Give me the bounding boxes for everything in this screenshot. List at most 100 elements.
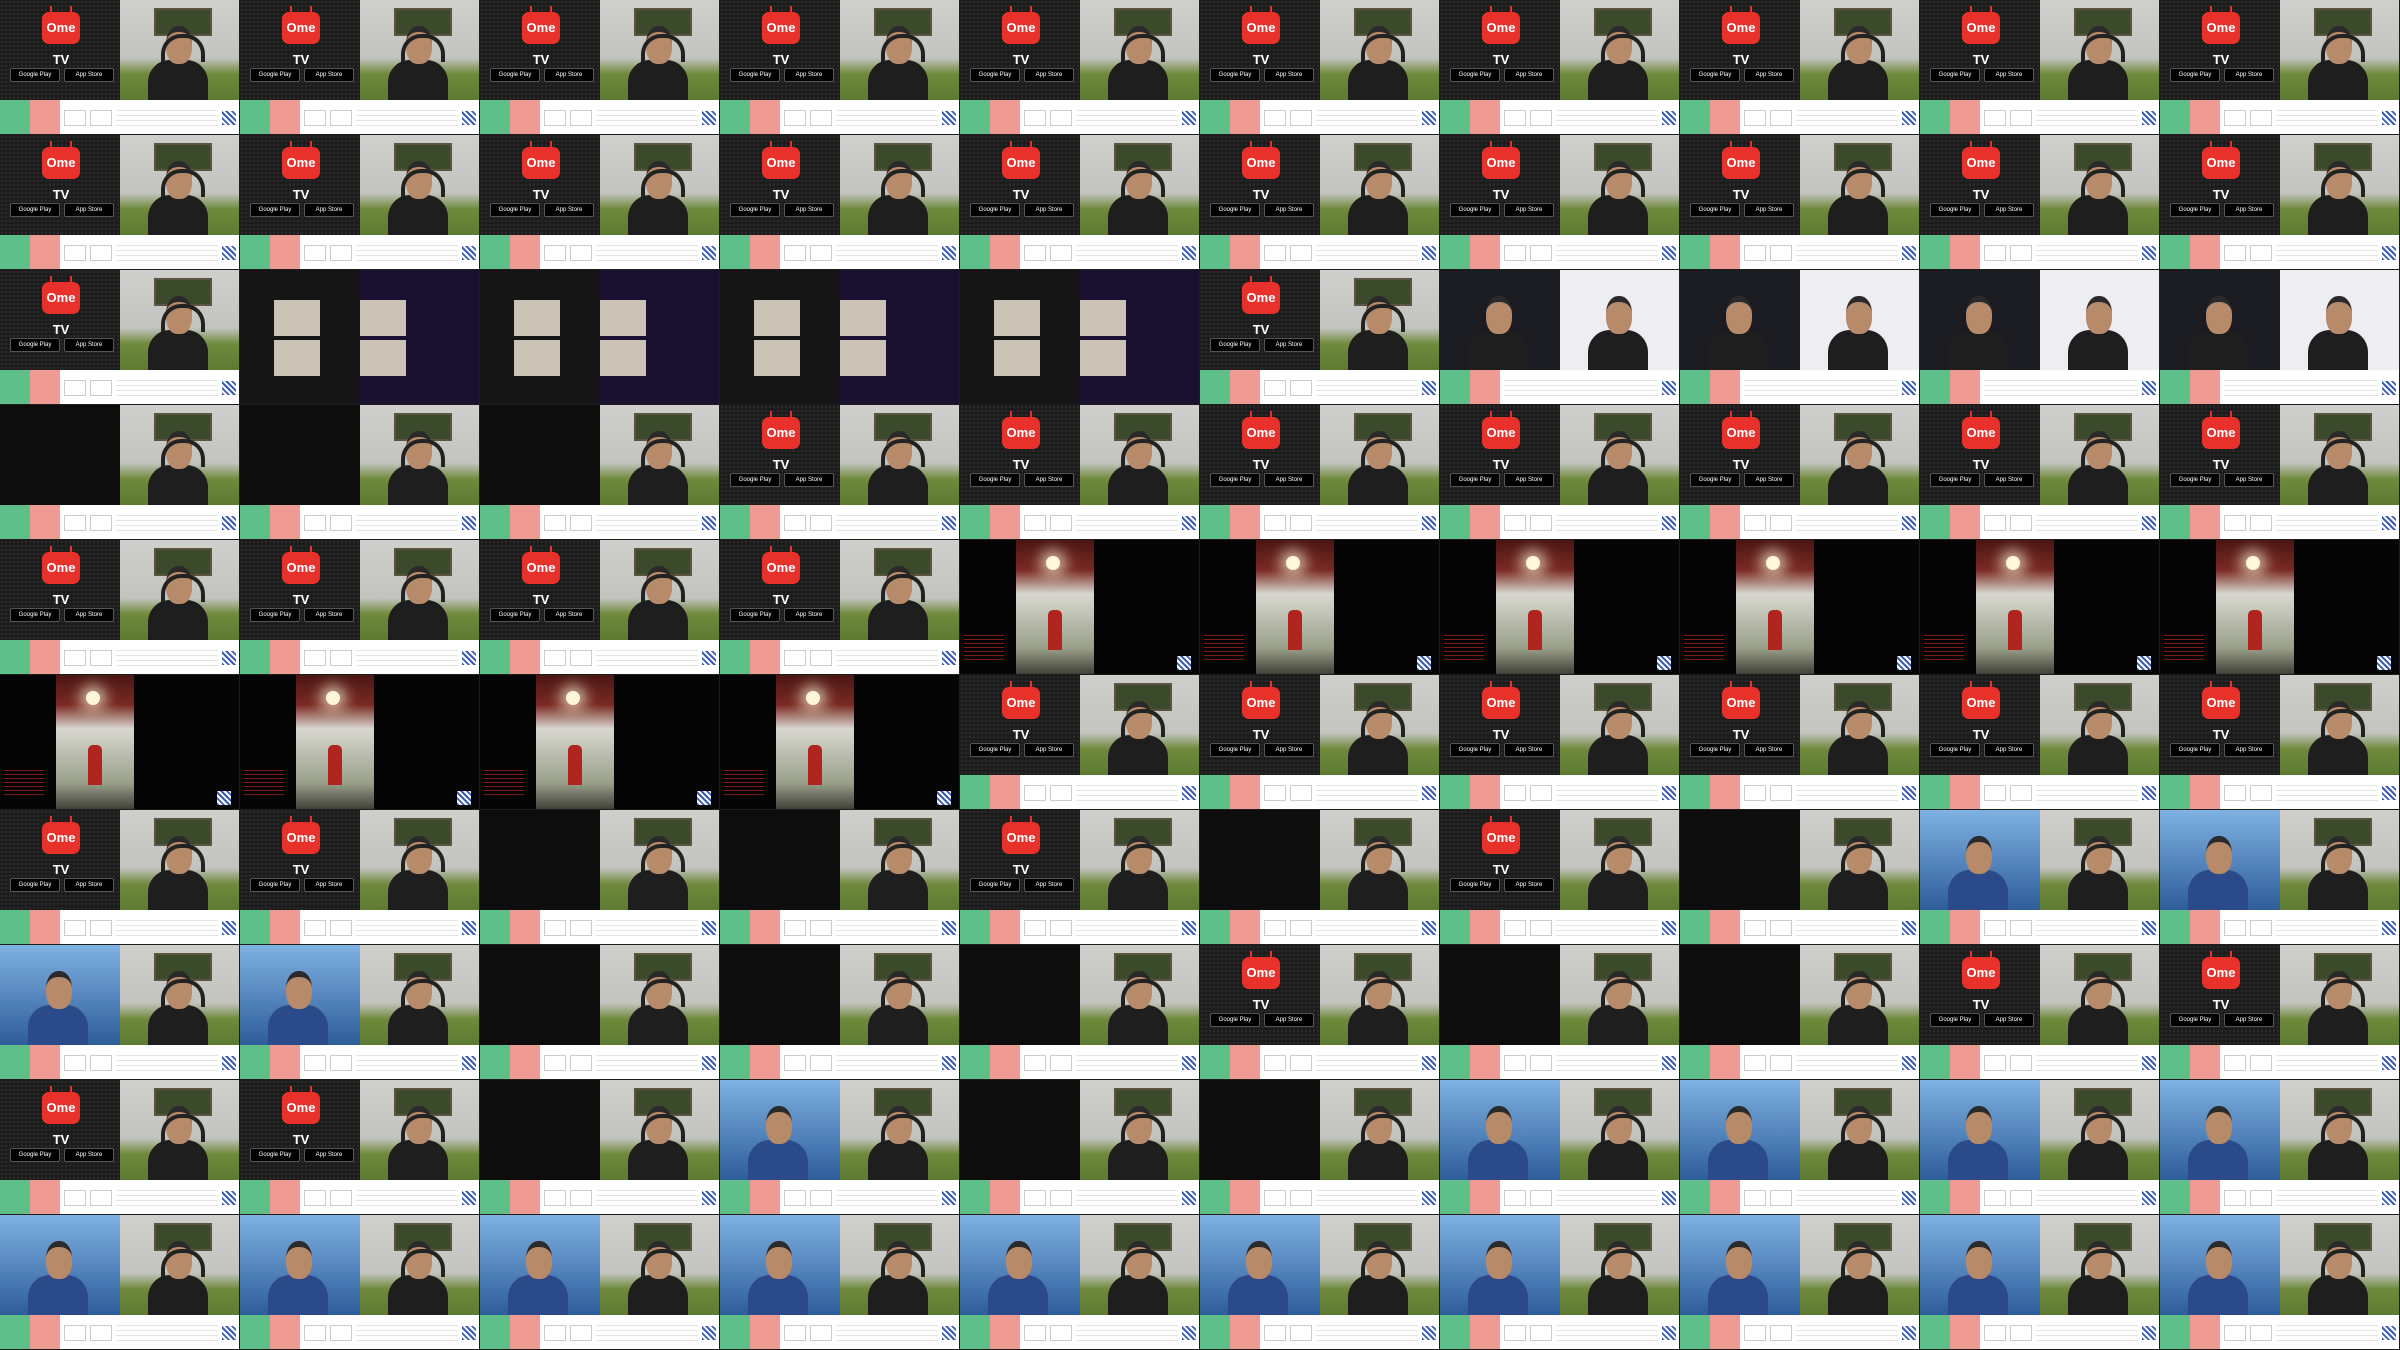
stop-button[interactable] xyxy=(1950,910,1980,944)
country-selector[interactable] xyxy=(544,109,566,126)
country-selector[interactable] xyxy=(304,649,326,666)
video-thumbnail[interactable]: Ome TV Google Play App Store xyxy=(240,1080,480,1215)
stop-button[interactable] xyxy=(2190,775,2220,809)
video-thumbnail[interactable] xyxy=(480,945,720,1080)
video-thumbnail[interactable]: Ome TV Google Play App Store xyxy=(1200,675,1440,810)
gender-selector[interactable] xyxy=(1050,109,1072,126)
gender-selector[interactable] xyxy=(570,244,592,261)
video-thumbnail[interactable] xyxy=(1920,810,2160,945)
gender-selector[interactable] xyxy=(330,514,352,531)
country-selector[interactable] xyxy=(1984,784,2006,801)
gender-selector[interactable] xyxy=(810,244,832,261)
gender-selector[interactable] xyxy=(1770,919,1792,936)
start-button[interactable] xyxy=(960,505,990,539)
start-button[interactable] xyxy=(1680,1180,1710,1214)
gender-selector[interactable] xyxy=(2010,109,2032,126)
country-selector[interactable] xyxy=(304,514,326,531)
country-selector[interactable] xyxy=(544,1054,566,1071)
start-button[interactable] xyxy=(720,505,750,539)
video-thumbnail[interactable] xyxy=(1920,1215,2160,1350)
video-thumbnail[interactable] xyxy=(2160,1215,2400,1350)
start-button[interactable] xyxy=(240,1315,270,1349)
stop-button[interactable] xyxy=(30,100,60,134)
start-button[interactable] xyxy=(0,1045,30,1079)
country-selector[interactable] xyxy=(1264,1189,1286,1206)
stop-button[interactable] xyxy=(270,1045,300,1079)
stop-button[interactable] xyxy=(1710,1180,1740,1214)
stop-button[interactable] xyxy=(1470,1315,1500,1349)
stop-button[interactable] xyxy=(30,1180,60,1214)
video-thumbnail[interactable]: Ome TV Google Play App Store xyxy=(240,810,480,945)
video-thumbnail[interactable]: Ome TV Google Play App Store xyxy=(720,135,960,270)
gender-selector[interactable] xyxy=(2250,919,2272,936)
stop-button[interactable] xyxy=(750,235,780,269)
country-selector[interactable] xyxy=(1744,919,1766,936)
gender-selector[interactable] xyxy=(1530,109,1552,126)
start-button[interactable] xyxy=(480,1180,510,1214)
video-thumbnail[interactable] xyxy=(720,945,960,1080)
start-button[interactable] xyxy=(0,1315,30,1349)
gender-selector[interactable] xyxy=(90,1054,112,1071)
stop-button[interactable] xyxy=(750,910,780,944)
country-selector[interactable] xyxy=(1024,514,1046,531)
country-selector[interactable] xyxy=(784,109,806,126)
video-thumbnail[interactable] xyxy=(2160,270,2400,405)
country-selector[interactable] xyxy=(1504,784,1526,801)
start-button[interactable] xyxy=(1440,1045,1470,1079)
stop-button[interactable] xyxy=(270,235,300,269)
gender-selector[interactable] xyxy=(2010,784,2032,801)
stop-button[interactable] xyxy=(1230,370,1260,404)
start-button[interactable] xyxy=(2160,1180,2190,1214)
start-button[interactable] xyxy=(0,910,30,944)
video-thumbnail[interactable]: Ome TV Google Play App Store xyxy=(240,0,480,135)
video-thumbnail[interactable] xyxy=(480,270,720,405)
stop-button[interactable] xyxy=(510,100,540,134)
video-thumbnail[interactable]: Ome TV Google Play App Store xyxy=(0,270,240,405)
stop-button[interactable] xyxy=(510,910,540,944)
gender-selector[interactable] xyxy=(1050,1189,1072,1206)
video-thumbnail[interactable] xyxy=(960,1215,1200,1350)
video-thumbnail[interactable] xyxy=(1680,1215,1920,1350)
country-selector[interactable] xyxy=(1504,244,1526,261)
video-thumbnail[interactable]: Ome TV Google Play App Store xyxy=(2160,405,2400,540)
stop-button[interactable] xyxy=(1710,505,1740,539)
stop-button[interactable] xyxy=(1230,505,1260,539)
video-thumbnail[interactable] xyxy=(960,270,1200,405)
video-thumbnail[interactable]: Ome TV Google Play App Store xyxy=(1200,270,1440,405)
gender-selector[interactable] xyxy=(90,109,112,126)
start-button[interactable] xyxy=(1440,910,1470,944)
start-button[interactable] xyxy=(2160,775,2190,809)
video-thumbnail[interactable] xyxy=(480,405,720,540)
country-selector[interactable] xyxy=(544,1324,566,1341)
start-button[interactable] xyxy=(0,1180,30,1214)
start-button[interactable] xyxy=(240,505,270,539)
video-thumbnail[interactable] xyxy=(2160,1080,2400,1215)
stop-button[interactable] xyxy=(30,1315,60,1349)
start-button[interactable] xyxy=(2160,1315,2190,1349)
gender-selector[interactable] xyxy=(1050,1324,1072,1341)
stop-button[interactable] xyxy=(510,1180,540,1214)
country-selector[interactable] xyxy=(784,244,806,261)
gender-selector[interactable] xyxy=(2010,1054,2032,1071)
gender-selector[interactable] xyxy=(330,1054,352,1071)
video-thumbnail[interactable] xyxy=(240,945,480,1080)
gender-selector[interactable] xyxy=(90,379,112,396)
start-button[interactable] xyxy=(480,1315,510,1349)
start-button[interactable] xyxy=(1200,775,1230,809)
country-selector[interactable] xyxy=(544,919,566,936)
video-thumbnail[interactable] xyxy=(1440,1080,1680,1215)
video-thumbnail[interactable] xyxy=(1920,1080,2160,1215)
video-thumbnail[interactable]: Ome TV Google Play App Store xyxy=(1680,135,1920,270)
gender-selector[interactable] xyxy=(1530,244,1552,261)
country-selector[interactable] xyxy=(1024,109,1046,126)
country-selector[interactable] xyxy=(1024,919,1046,936)
stop-button[interactable] xyxy=(270,100,300,134)
start-button[interactable] xyxy=(960,1045,990,1079)
video-thumbnail[interactable] xyxy=(0,675,240,810)
start-button[interactable] xyxy=(1920,235,1950,269)
country-selector[interactable] xyxy=(304,1054,326,1071)
stop-button[interactable] xyxy=(990,1180,1020,1214)
video-thumbnail[interactable]: Ome TV Google Play App Store xyxy=(1440,0,1680,135)
video-thumbnail[interactable] xyxy=(720,810,960,945)
video-thumbnail[interactable]: Ome TV Google Play App Store xyxy=(1440,405,1680,540)
